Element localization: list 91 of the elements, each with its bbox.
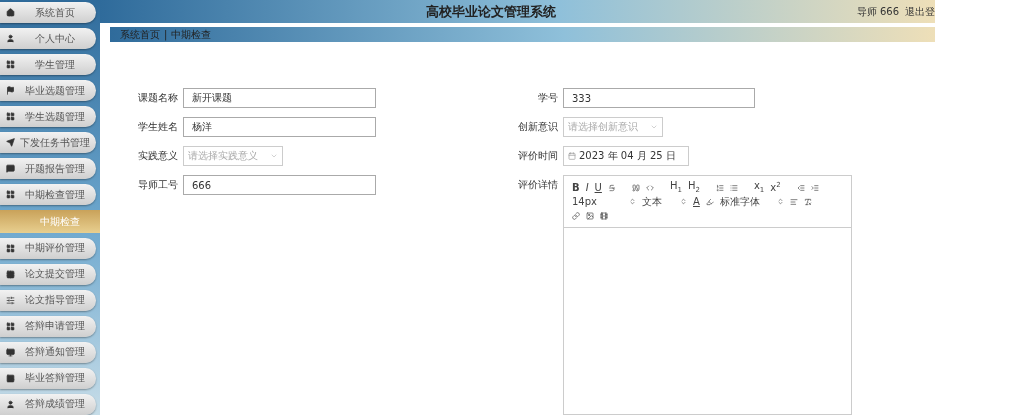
field-label: 学生姓名 (137, 120, 179, 134)
flag-icon (6, 86, 15, 96)
outdent-icon[interactable] (796, 183, 805, 192)
clear-format-icon[interactable] (803, 197, 812, 206)
sidebar-item[interactable]: 毕业答辩管理 (0, 367, 96, 390)
sliders-icon (6, 295, 15, 305)
format-button[interactable]: H$_{1}$ (669, 181, 682, 194)
text-field[interactable]: 333 (563, 88, 755, 108)
sidebar-item[interactable]: 学生选题管理 (0, 105, 96, 128)
code-icon[interactable] (645, 183, 654, 192)
sidebar-item[interactable]: 开题报告管理 (0, 157, 96, 180)
format-button[interactable]: U (594, 182, 602, 193)
align-icon[interactable] (789, 197, 798, 206)
sidebar-item[interactable]: 个人中心 (0, 28, 96, 50)
field-label: 评价时间 (517, 149, 559, 163)
sidebar-item[interactable]: 论文提交管理 (0, 263, 96, 286)
video-icon[interactable] (600, 211, 608, 220)
grid-icon (6, 244, 15, 253)
grid-icon (6, 190, 15, 200)
sidebar-label: 毕业答辩管理 (24, 371, 86, 386)
sidebar-label: 答辩申请管理 (24, 319, 86, 334)
field-label: 评价详情 (517, 178, 559, 192)
sidebar-label: 中期评价管理 (24, 241, 86, 256)
sidebar-item[interactable]: 答辩通知管理 (0, 341, 96, 364)
sidebar-label: 开题报告管理 (24, 161, 86, 176)
link-icon[interactable] (572, 211, 580, 220)
format-button[interactable]: x$^{2}$ (770, 181, 781, 194)
sidebar-item[interactable]: 系统首页 (0, 2, 96, 24)
sidebar-label: 系统首页 (34, 5, 76, 20)
app-title: 高校毕业论文管理系统 (424, 2, 557, 21)
sidebar-item[interactable]: 毕业选题管理 (0, 79, 96, 102)
quote-icon[interactable] (631, 183, 640, 192)
sidebar-item[interactable]: 答辩成绩管理 (0, 393, 96, 415)
sidebar-label: 学生管理 (34, 57, 76, 72)
breadcrumb-separator: | (164, 29, 168, 41)
user-name: 导师 666 (856, 4, 899, 19)
text-field[interactable]: 666 (183, 175, 376, 195)
user-icon (6, 399, 15, 409)
up-down-icon (776, 198, 784, 205)
date-field[interactable]: 2023 年 04 月 25 日 (563, 146, 689, 166)
home-icon (6, 8, 15, 18)
chevron-down-icon (650, 123, 658, 131)
field-label: 创新意识 (517, 120, 559, 134)
sidebar-label: 答辩通知管理 (24, 345, 86, 360)
format-button[interactable]: B (572, 182, 580, 193)
field-label: 学号 (537, 91, 559, 105)
logout-link[interactable]: 退出登 (905, 4, 935, 19)
font-select[interactable]: 14px (572, 196, 636, 207)
field-label: 实践意义 (137, 149, 179, 163)
field-label: 导师工号 (137, 178, 179, 192)
grid-icon (6, 321, 15, 331)
font-select[interactable]: 标准字体 (719, 196, 784, 207)
sidebar-label: 论文提交管理 (24, 267, 86, 282)
text-field[interactable]: 杨洋 (183, 117, 376, 137)
sidebar-item[interactable]: 下发任务书管理 (0, 131, 96, 154)
sidebar-label: 个人中心 (34, 31, 76, 46)
sidebar-label: 中期检查 (39, 214, 81, 229)
highlighter-icon[interactable] (705, 197, 714, 206)
text-field[interactable]: 新开课题 (183, 88, 376, 108)
sidebar-item[interactable]: 论文指导管理 (0, 289, 96, 312)
sidebar-label: 学生选题管理 (24, 109, 86, 124)
sidebar-item[interactable]: 学生管理 (0, 53, 96, 76)
indent-icon[interactable] (810, 183, 819, 192)
format-button[interactable]: I (585, 182, 589, 193)
grid-icon (6, 60, 15, 70)
sidebar-item[interactable]: 答辩申请管理 (0, 315, 96, 338)
sidebar-label: 论文指导管理 (24, 293, 86, 308)
up-down-icon (629, 198, 636, 205)
strikethrough-icon[interactable] (607, 183, 616, 192)
bullet-list-icon[interactable] (729, 183, 738, 192)
rich-text-editor[interactable]: B I U H$_{1}$ H$_{2}$ x$_{1}$ x$^{2}$ 14px 文本 A 标准字体 (563, 175, 852, 415)
calendar-icon (568, 152, 576, 160)
format-button[interactable]: A (693, 196, 700, 207)
font-select[interactable]: 文本 (642, 196, 687, 207)
send-icon (6, 138, 15, 148)
chevron-down-icon (270, 152, 278, 160)
sidebar-item[interactable]: 中期评价管理 (0, 237, 96, 260)
format-button[interactable]: H$_{2}$ (687, 181, 700, 194)
format-button[interactable]: x$_{1}$ (753, 181, 765, 194)
sidebar-item[interactable]: 中期检查管理 (0, 183, 96, 206)
sidebar-label: 毕业选题管理 (24, 83, 86, 98)
user-icon (6, 34, 15, 44)
grid-icon (6, 112, 15, 122)
comment-icon (6, 164, 15, 174)
up-down-icon (680, 198, 687, 205)
ordered-list-icon[interactable] (715, 183, 724, 192)
breadcrumb-link[interactable]: 中期检查 (171, 27, 212, 42)
sidebar-label: 中期检查管理 (24, 187, 86, 202)
sidebar-label: 下发任务书管理 (19, 135, 91, 150)
field-label: 课题名称 (137, 91, 179, 105)
sidebar-label: 答辩成绩管理 (24, 397, 86, 412)
